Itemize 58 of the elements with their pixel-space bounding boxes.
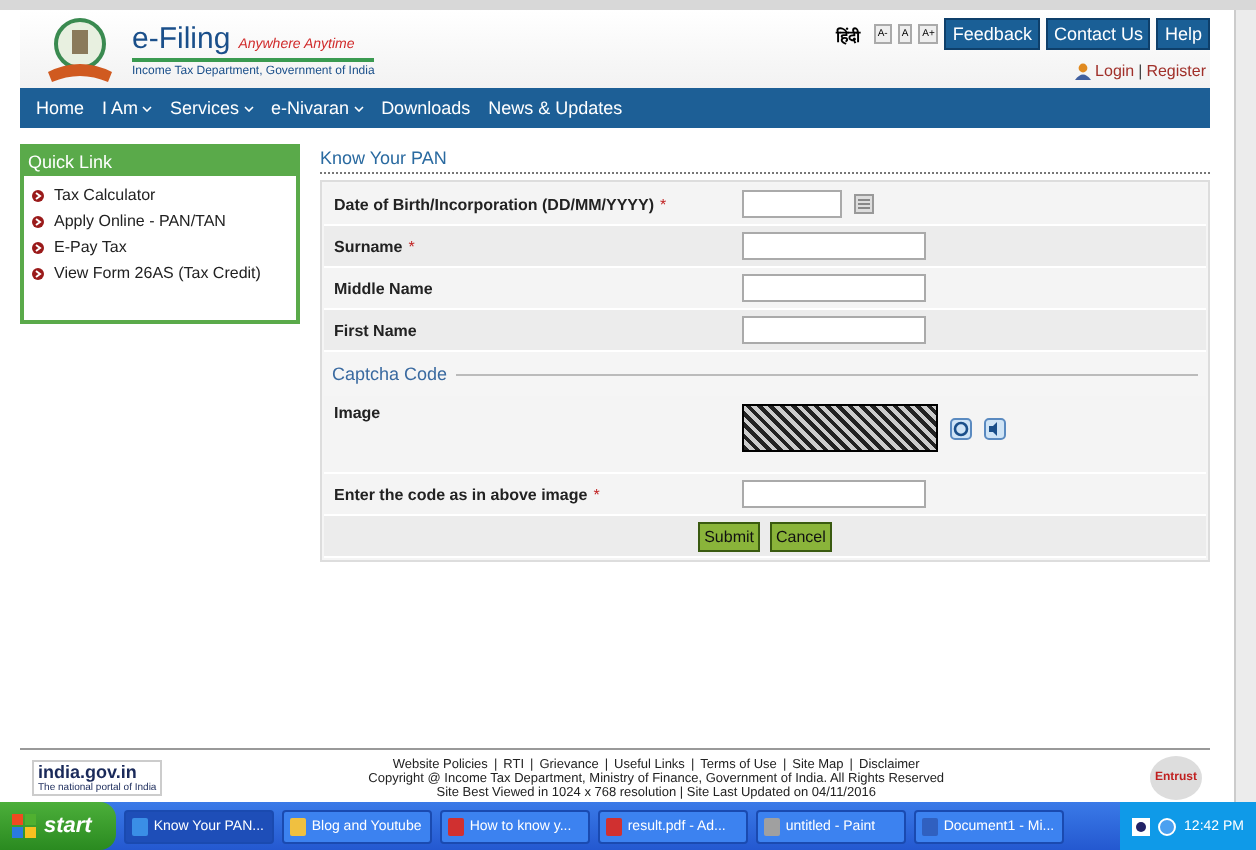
speaker-icon[interactable] [984,417,1006,439]
header-button[interactable]: Contact Us [1045,18,1151,50]
required-mark: * [408,237,415,255]
help-icon[interactable] [1132,817,1151,835]
app-icon [447,817,464,835]
captcha-legend: Captcha Code [332,364,448,384]
nav-item[interactable]: Home [36,98,85,118]
form-button[interactable]: Cancel [770,521,832,551]
language-link[interactable]: हिंदी [835,23,860,45]
user-icon [1073,62,1092,80]
caret-icon[interactable] [353,105,364,111]
app-icon [763,817,780,835]
bullet-icon [32,215,44,227]
windows-logo-icon [12,814,36,838]
field-label: Date of Birth/Incorporation (DD/MM/YYYY) [334,195,654,213]
link-separator: | [1138,62,1143,80]
form-title: Know Your PAN [320,144,1210,174]
app-icon [131,817,148,835]
header-button[interactable]: Feedback [944,18,1040,50]
text-field[interactable] [742,190,842,218]
form-button[interactable]: Submit [698,521,760,551]
captcha-field[interactable] [742,480,926,508]
header-button[interactable]: Help [1156,18,1210,50]
field-label: First Name [334,321,417,339]
panel-title: Quick Link [24,148,296,176]
quick-link[interactable]: View Form 26AS (Tax Credit) [54,264,261,282]
text-field[interactable] [742,316,926,344]
nav-item[interactable]: I Am [102,98,139,118]
bullet-icon [32,189,44,201]
field-label: Enter the code as in above image [334,485,588,503]
field-label: Image [334,404,381,422]
register-link[interactable]: Register [1146,62,1206,80]
nav-item[interactable]: e-Nivaran [271,98,350,118]
required-mark: * [593,485,600,503]
app-icon [605,817,622,835]
text-field[interactable] [742,274,926,302]
app-icon [289,817,306,835]
required-mark: * [660,195,667,213]
quick-link[interactable]: E-Pay Tax [54,238,127,256]
field-label: Middle Name [334,279,433,297]
calendar-icon[interactable] [854,194,874,214]
quick-link[interactable]: Tax Calculator [54,186,156,204]
quick-link[interactable]: Apply Online - PAN/TAN [54,212,226,230]
field-label: Surname [334,237,403,255]
login-link[interactable]: Login [1095,62,1135,80]
caret-icon[interactable] [142,105,153,111]
nav-item[interactable]: Services [170,98,240,118]
nav-item[interactable]: Downloads [381,98,471,118]
refresh-icon[interactable] [950,417,972,439]
site-title: e-Filing [132,21,231,55]
app-icon [921,817,938,835]
nav-item[interactable]: News & Updates [488,98,623,118]
text-field[interactable] [742,232,926,260]
caret-icon[interactable] [243,105,254,111]
bullet-icon [32,241,44,253]
bullet-icon [32,267,44,279]
scrollbar[interactable] [1234,10,1256,802]
network-icon[interactable] [1158,817,1177,835]
